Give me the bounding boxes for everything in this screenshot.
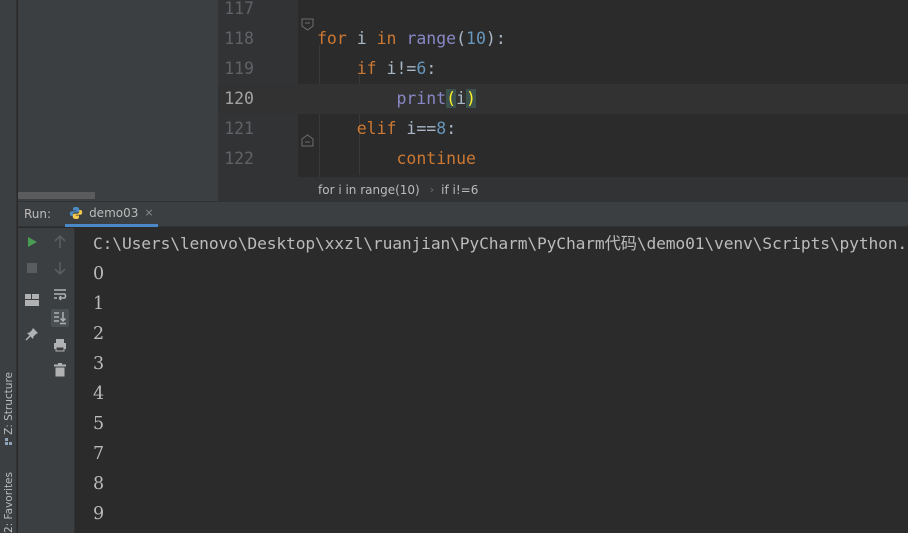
stop-button[interactable]	[23, 259, 41, 277]
code-line[interactable]: 117	[218, 0, 908, 24]
print-icon	[54, 339, 66, 352]
code-token: (	[446, 89, 457, 108]
python-icon	[69, 206, 83, 219]
console-output-line: 5	[93, 414, 105, 434]
code-text: print(i)	[317, 84, 476, 114]
soft-wrap-icon	[54, 289, 67, 301]
trash-icon	[54, 363, 66, 377]
breadcrumb-item-for[interactable]: for i in range(10)	[318, 183, 420, 197]
code-token: 6	[416, 59, 427, 78]
line-number: 120	[224, 89, 254, 108]
run-tab-demo03[interactable]: demo03 ×	[65, 201, 158, 227]
code-token: range	[406, 29, 457, 48]
project-panel	[18, 0, 218, 201]
code-line[interactable]: 119 if i!=6:	[218, 54, 908, 84]
structure-tab-label: Z: Structure	[2, 372, 15, 435]
console-output-line: 7	[93, 444, 105, 464]
run-tab-label: demo03	[89, 205, 139, 220]
code-line[interactable]: 118 for i in range(10):	[218, 24, 908, 54]
stop-icon	[27, 263, 37, 273]
up-stack-button[interactable]	[51, 233, 69, 251]
close-tab-icon[interactable]: ×	[144, 206, 153, 219]
pin-tab-button[interactable]	[23, 325, 41, 343]
structure-icon	[4, 437, 12, 445]
left-tool-stripe: Z: Structure 2: Favorites	[0, 0, 17, 533]
arrow-down-icon	[54, 262, 66, 275]
restore-layout-button[interactable]	[23, 291, 41, 309]
code-token: i	[346, 29, 377, 48]
code-token: )	[466, 89, 476, 108]
clear-all-button[interactable]	[51, 361, 69, 379]
code-text: for i in range(10):	[317, 24, 506, 54]
soft-wrap-button[interactable]	[51, 285, 69, 303]
code-token: (	[456, 29, 467, 48]
fold-marker-icon[interactable]	[301, 18, 314, 31]
code-token: for	[317, 29, 347, 48]
fold-end-marker-icon[interactable]	[301, 134, 314, 147]
run-console-output[interactable]: C:\Users\lenovo\Desktop\xxzl\ruanjian\Py…	[76, 228, 908, 533]
pin-icon	[25, 328, 38, 341]
favorites-tool-tab[interactable]: 2: Favorites	[0, 472, 17, 533]
code-token: continue	[396, 149, 476, 168]
code-token: print	[396, 89, 447, 108]
console-output-line: 9	[93, 504, 105, 524]
print-button[interactable]	[51, 336, 69, 354]
code-token: i	[456, 89, 467, 108]
code-token: i!=	[376, 59, 417, 78]
layout-icon	[25, 294, 39, 306]
code-line[interactable]: 121 elif i==8:	[218, 114, 908, 144]
breadcrumb: for i in range(10) › if i!=6	[218, 177, 908, 201]
code-token: :	[426, 59, 437, 78]
line-number: 117	[224, 0, 254, 18]
code-editor[interactable]: 117 118 for i in range(10): 119 if i!=6: 120…	[218, 0, 908, 177]
code-token: in	[376, 29, 397, 48]
console-output-line: 4	[93, 384, 105, 404]
console-output-line: 2	[93, 324, 105, 344]
code-line[interactable]: 120 print(i)	[218, 84, 908, 114]
run-toolbar-primary	[18, 228, 46, 533]
code-token: elif	[356, 119, 397, 138]
console-output-line: 3	[93, 354, 105, 374]
breadcrumb-separator: ›	[429, 183, 435, 196]
down-stack-button[interactable]	[51, 259, 69, 277]
project-horizontal-scrollbar[interactable]	[18, 192, 95, 199]
line-number: 121	[224, 119, 254, 138]
code-token: 10	[466, 29, 486, 48]
scroll-to-end-icon	[54, 312, 67, 325]
play-icon	[28, 237, 37, 247]
code-text: if i!=6:	[317, 54, 437, 84]
scroll-to-end-button[interactable]	[51, 309, 69, 327]
code-text: continue	[317, 144, 476, 174]
console-output-line: 0	[93, 264, 105, 284]
code-line[interactable]: 122 continue	[218, 144, 908, 174]
arrow-up-icon	[54, 235, 66, 248]
breadcrumb-item-if[interactable]: if i!=6	[441, 183, 478, 197]
run-tool-header: Run: demo03 ×	[18, 201, 908, 227]
structure-tool-tab[interactable]: Z: Structure	[0, 372, 17, 446]
console-output-line: 8	[93, 474, 105, 494]
line-number: 119	[224, 59, 254, 78]
rerun-button[interactable]	[23, 233, 41, 251]
code-token: i==	[396, 119, 437, 138]
code-token: :	[446, 119, 457, 138]
code-token: 8	[436, 119, 447, 138]
line-number: 122	[224, 149, 254, 168]
code-token: if	[356, 59, 377, 78]
run-toolbar-secondary	[46, 228, 75, 533]
line-number: 118	[224, 29, 254, 48]
run-label: Run:	[24, 207, 52, 221]
favorites-tab-label: 2: Favorites	[2, 472, 15, 533]
code-token: ):	[485, 29, 506, 48]
code-text: elif i==8:	[317, 114, 456, 144]
console-command-line: C:\Users\lenovo\Desktop\xxzl\ruanjian\Py…	[93, 234, 908, 253]
console-output-line: 1	[93, 294, 105, 314]
